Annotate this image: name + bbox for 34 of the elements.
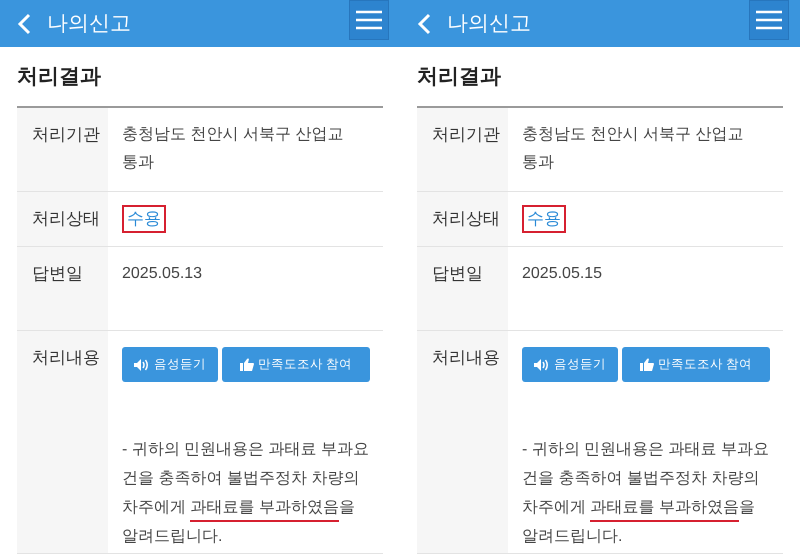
thumbs-up-icon bbox=[240, 358, 254, 371]
field-value: 2025.05.13 bbox=[122, 264, 204, 284]
field-label: 처리내용 bbox=[17, 331, 108, 553]
field-label: 처리상태 bbox=[17, 192, 108, 246]
field-label: 처리기관 bbox=[417, 108, 508, 191]
back-icon bbox=[417, 12, 431, 34]
field-label: 처리내용 bbox=[417, 331, 508, 553]
field-value: 충청남도 천안시 서북구 산업교통과 bbox=[522, 125, 744, 173]
field-value: 2025.05.15 bbox=[522, 264, 604, 284]
action-button[interactable]: 만족도조사 참여 bbox=[622, 347, 770, 382]
back-button[interactable] bbox=[17, 12, 33, 36]
page-title: 나의신고 bbox=[447, 10, 531, 37]
action-button[interactable]: 음성듣기 bbox=[122, 347, 218, 382]
field-label: 처리상태 bbox=[417, 192, 508, 246]
menu-icon bbox=[756, 10, 782, 30]
status-value: 수용 bbox=[522, 205, 566, 233]
back-button[interactable] bbox=[417, 12, 433, 36]
thumbs-up-icon bbox=[640, 358, 654, 371]
page-title: 나의신고 bbox=[47, 10, 131, 37]
field-value: 충청남도 천안시 서북구 산업교통과 bbox=[122, 125, 344, 173]
field-label: 답변일 bbox=[417, 247, 508, 330]
status-value: 수용 bbox=[122, 205, 166, 233]
field-label: 처리기관 bbox=[17, 108, 108, 191]
menu-button[interactable] bbox=[749, 0, 789, 40]
menu-button[interactable] bbox=[349, 0, 389, 40]
speaker-icon bbox=[134, 358, 150, 370]
back-icon bbox=[17, 12, 31, 34]
field-label: 답변일 bbox=[17, 247, 108, 330]
speaker-icon bbox=[534, 358, 550, 370]
answer-text: - 귀하의 민원내용은 과태료 부과요 건을 충족하여 불법주정차 차량의 차주에게 과태료를 부과하였음을 알려드립니다. bbox=[122, 440, 370, 547]
menu-icon bbox=[356, 10, 382, 30]
action-button[interactable]: 만족도조사 참여 bbox=[222, 347, 370, 382]
action-button[interactable]: 음성듣기 bbox=[522, 347, 618, 382]
answer-text: - 귀하의 민원내용은 과태료 부과요 건을 충족하여 불법주정차 차량의 차주에게 과태료를 부과하였음을 알려드립니다. bbox=[522, 440, 770, 547]
